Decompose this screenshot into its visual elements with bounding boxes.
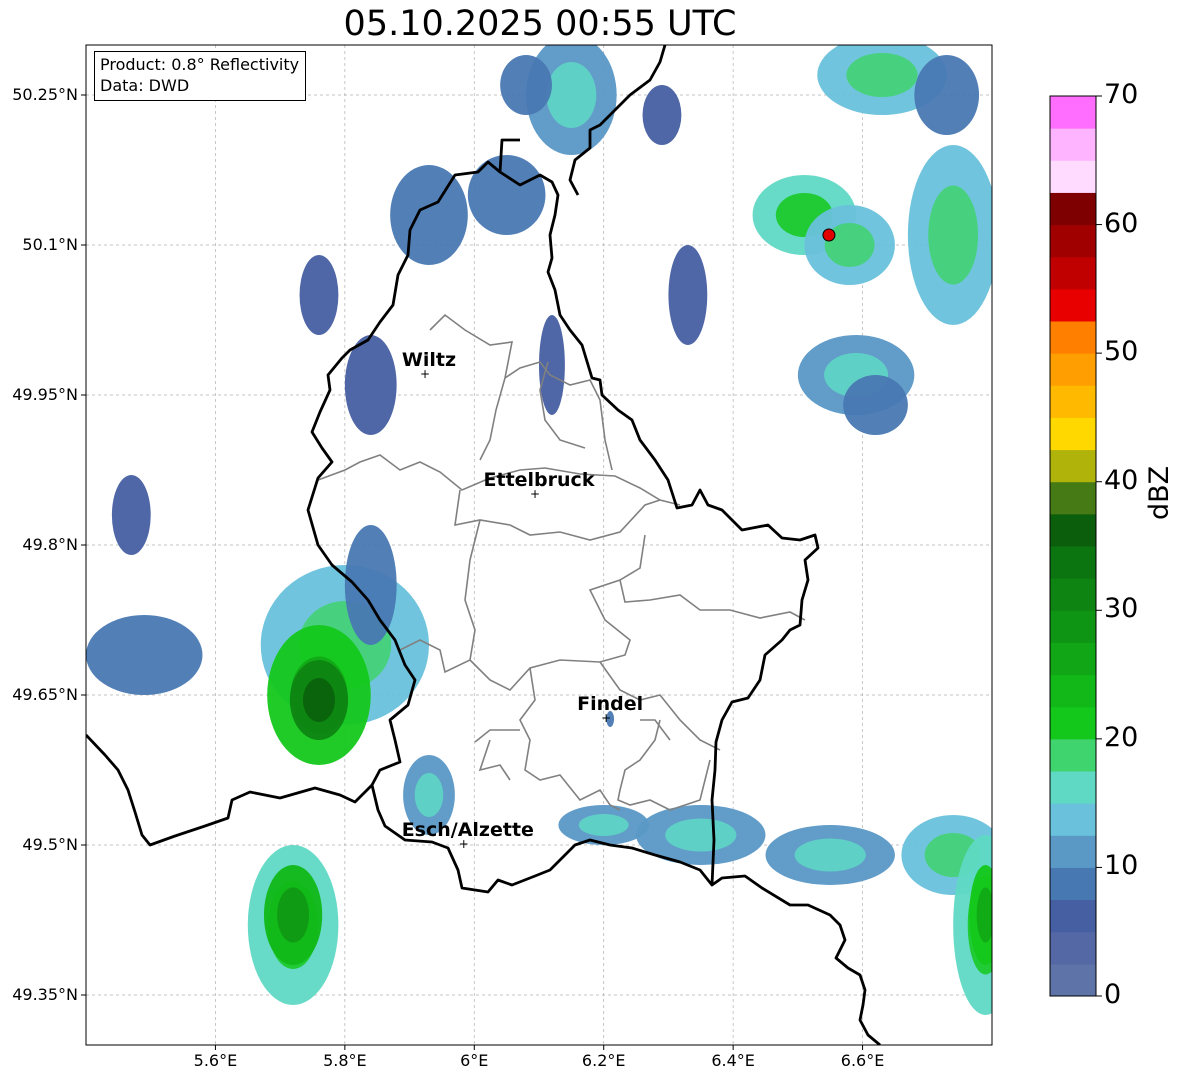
echo-core (546, 62, 597, 128)
city-label: Esch/Alzette (402, 819, 534, 841)
city-label: Ettelbruck (484, 469, 595, 491)
product-label: Product: 0.8° Reflectivity (100, 55, 300, 74)
echo-core (578, 814, 629, 836)
colorbar-segment (1050, 385, 1096, 418)
lat-tick-label: 49.95°N (12, 385, 78, 404)
echo-core (414, 773, 444, 817)
colorbar-segment (1050, 963, 1096, 997)
colorbar-segment (1050, 610, 1096, 643)
lon-tick-label: 6.2°E (581, 1051, 626, 1070)
radar-site-layer (822, 228, 836, 242)
echo-cell (843, 375, 908, 435)
colorbar-tick-label: 60 (1104, 207, 1139, 239)
echo-cell (344, 525, 397, 645)
echo-cell (500, 55, 552, 115)
lat-tick-label: 49.5°N (22, 835, 78, 854)
colorbar-segment (1050, 353, 1096, 386)
colorbar-segment (1050, 803, 1096, 836)
city-label: Wiltz (402, 349, 456, 371)
colorbar-segment (1050, 417, 1096, 451)
lat-tick-label: 49.35°N (12, 985, 78, 1004)
info-box: Product: 0.8° Reflectivity Data: DWD (94, 51, 307, 101)
colorbar-segment (1050, 513, 1096, 547)
colorbar-segment (1050, 867, 1096, 901)
colorbar-segment (1050, 192, 1096, 226)
lat-tick-label: 50.1°N (22, 235, 78, 254)
echo-cell (668, 245, 708, 345)
colorbar-segment (1050, 224, 1096, 258)
echo-core (928, 185, 979, 285)
axis-ticks (81, 94, 864, 1050)
echo-cell (111, 475, 151, 555)
colorbar-segment (1050, 771, 1096, 804)
colorbar-tick-label: 20 (1104, 721, 1139, 753)
colorbar-segment (1050, 931, 1096, 965)
echo-cell (299, 255, 339, 335)
lon-tick-label: 5.6°E (193, 1051, 238, 1070)
lon-tick-label: 6.6°E (840, 1051, 885, 1070)
colorbar-segment (1050, 96, 1096, 129)
colorbar-segment (1050, 674, 1096, 708)
city-label: Findel (577, 693, 643, 715)
echo-core (302, 678, 335, 722)
colorbar-tick-label: 40 (1104, 464, 1139, 496)
colorbar-unit-label: dBZ (1144, 465, 1175, 520)
lat-tick-label: 50.25°N (12, 85, 78, 104)
colorbar-segment (1050, 288, 1096, 322)
echo-core (794, 838, 866, 872)
colorbar-tick-label: 30 (1104, 593, 1139, 625)
echo-cell (642, 85, 682, 145)
colorbar-segment (1050, 321, 1096, 354)
colorbar-segment (1050, 449, 1096, 483)
echo-cell (390, 165, 468, 265)
radar-map: +Wiltz+Ettelbruck+Findel+Esch/Alzette (81, 44, 1102, 1050)
colorbar-segment (1050, 128, 1096, 161)
echo-core (277, 887, 310, 943)
colorbar-segment (1050, 706, 1096, 740)
echo-cell (86, 615, 203, 695)
lat-tick-label: 49.8°N (22, 535, 78, 554)
echo-core (846, 53, 918, 97)
colorbar-segment (1050, 546, 1096, 579)
colorbar-segment (1050, 160, 1096, 193)
echo-core (665, 818, 737, 852)
echo-cell (467, 155, 546, 235)
colorbar-tick-label: 10 (1104, 850, 1139, 882)
colorbar-tick-label: 70 (1104, 79, 1139, 110)
colorbar-segment (1050, 578, 1096, 611)
colorbar-segment (1050, 835, 1096, 868)
plot-area: +Wiltz+Ettelbruck+Findel+Esch/Alzette (86, 45, 992, 1045)
data-source-label: Data: DWD (100, 76, 190, 95)
colorbar-tick-label: 0 (1104, 979, 1122, 1010)
colorbar (1049, 95, 1102, 997)
colorbar-segment (1050, 256, 1096, 290)
lon-tick-label: 6°E (460, 1051, 489, 1070)
echo-cell (914, 55, 980, 135)
radar-site-marker (822, 228, 836, 242)
lat-tick-label: 49.65°N (12, 685, 78, 704)
lon-tick-label: 6.4°E (711, 1051, 755, 1070)
colorbar-segment (1050, 738, 1096, 772)
lon-tick-label: 5.8°E (323, 1051, 367, 1070)
colorbar-tick-label: 50 (1104, 336, 1139, 368)
colorbar-segment (1050, 481, 1096, 515)
colorbar-segment (1050, 899, 1096, 933)
colorbar-segment (1050, 642, 1096, 676)
